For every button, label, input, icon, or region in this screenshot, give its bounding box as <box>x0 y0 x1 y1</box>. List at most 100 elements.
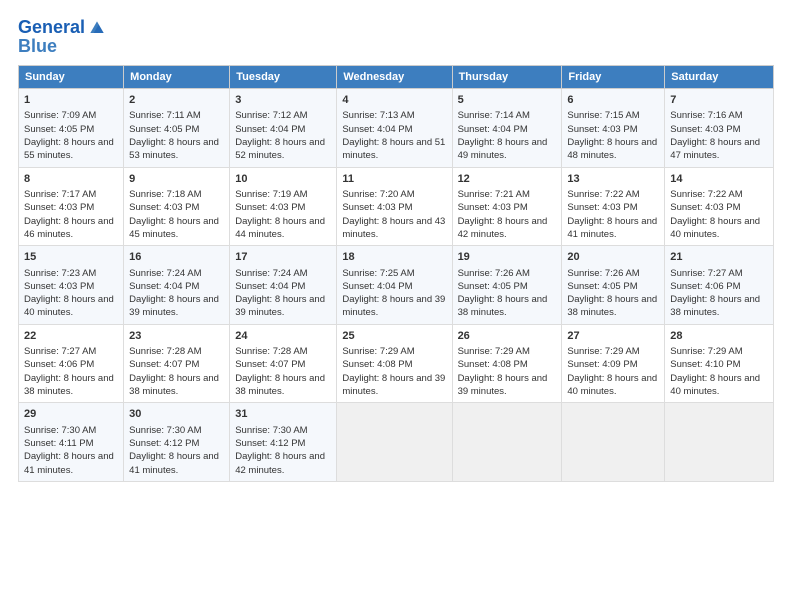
sunrise-text: Sunrise: 7:22 AM <box>670 189 742 200</box>
calendar-cell: 14 Sunrise: 7:22 AM Sunset: 4:03 PM Dayligh… <box>665 167 774 246</box>
week-row-2: 8Sunrise: 7:17 AMSunset: 4:03 PMDaylight… <box>19 167 774 246</box>
day-number: 14 <box>670 172 768 187</box>
sunrise-text: Sunrise: 7:14 AM <box>458 110 530 121</box>
sunrise-text: Sunrise: 7:26 AM <box>567 268 639 279</box>
calendar-cell: 18Sunrise: 7:25 AMSunset: 4:04 PMDayligh… <box>337 246 452 325</box>
day-number: 26 <box>458 329 557 344</box>
sunset-text: Sunset: 4:03 PM <box>129 202 199 213</box>
day-number: 13 <box>567 172 659 187</box>
calendar-cell: 23Sunrise: 7:28 AMSunset: 4:07 PMDayligh… <box>124 324 230 403</box>
sunrise-text: Sunrise: 7:22 AM <box>567 189 639 200</box>
daylight-text: Daylight: 8 hours and 40 minutes. <box>670 216 760 240</box>
sunset-text: Sunset: 4:04 PM <box>342 124 412 135</box>
sunrise-text: Sunrise: 7:20 AM <box>342 189 414 200</box>
sunset-text: Sunset: 4:08 PM <box>458 359 528 370</box>
sunrise-text: Sunrise: 7:29 AM <box>458 346 530 357</box>
calendar-cell: 7 Sunrise: 7:16 AM Sunset: 4:03 PM Daylight… <box>665 89 774 168</box>
daylight-text: Daylight: 8 hours and 38 minutes. <box>235 373 325 397</box>
sunrise-text: Sunrise: 7:24 AM <box>235 268 307 279</box>
sunrise-text: Sunrise: 7:23 AM <box>24 268 96 279</box>
sunrise-text: Sunrise: 7:26 AM <box>458 268 530 279</box>
logo-blue: Blue <box>18 36 107 57</box>
col-header-thursday: Thursday <box>452 66 562 89</box>
calendar-cell: 3Sunrise: 7:12 AMSunset: 4:04 PMDaylight… <box>230 89 337 168</box>
sunrise-text: Sunrise: 7:09 AM <box>24 110 96 121</box>
daylight-text: Daylight: 8 hours and 48 minutes. <box>567 137 657 161</box>
sunrise-text: Sunrise: 7:17 AM <box>24 189 96 200</box>
day-number: 17 <box>235 250 331 265</box>
calendar-cell: 13Sunrise: 7:22 AMSunset: 4:03 PMDayligh… <box>562 167 665 246</box>
calendar-cell <box>665 403 774 482</box>
day-number: 19 <box>458 250 557 265</box>
sunset-text: Sunset: 4:03 PM <box>670 202 740 213</box>
daylight-text: Daylight: 8 hours and 38 minutes. <box>670 294 760 318</box>
day-number: 7 <box>670 93 768 108</box>
sunrise-text: Sunrise: 7:30 AM <box>235 425 307 436</box>
day-number: 12 <box>458 172 557 187</box>
calendar-cell: 19Sunrise: 7:26 AMSunset: 4:05 PMDayligh… <box>452 246 562 325</box>
day-number: 31 <box>235 407 331 422</box>
sunset-text: Sunset: 4:12 PM <box>129 438 199 449</box>
calendar-cell: 29Sunrise: 7:30 AMSunset: 4:11 PMDayligh… <box>19 403 124 482</box>
day-number: 20 <box>567 250 659 265</box>
calendar-cell: 1Sunrise: 7:09 AMSunset: 4:05 PMDaylight… <box>19 89 124 168</box>
calendar-cell: 15Sunrise: 7:23 AMSunset: 4:03 PMDayligh… <box>19 246 124 325</box>
sunrise-text: Sunrise: 7:29 AM <box>342 346 414 357</box>
sunset-text: Sunset: 4:05 PM <box>129 124 199 135</box>
day-number: 9 <box>129 172 224 187</box>
day-number: 23 <box>129 329 224 344</box>
day-number: 1 <box>24 93 118 108</box>
daylight-text: Daylight: 8 hours and 55 minutes. <box>24 137 114 161</box>
col-header-tuesday: Tuesday <box>230 66 337 89</box>
daylight-text: Daylight: 8 hours and 42 minutes. <box>458 216 548 240</box>
calendar-table: SundayMondayTuesdayWednesdayThursdayFrid… <box>18 65 774 482</box>
sunset-text: Sunset: 4:03 PM <box>670 124 740 135</box>
header-row: SundayMondayTuesdayWednesdayThursdayFrid… <box>19 66 774 89</box>
calendar-cell: 8Sunrise: 7:17 AMSunset: 4:03 PMDaylight… <box>19 167 124 246</box>
calendar-cell: 5Sunrise: 7:14 AMSunset: 4:04 PMDaylight… <box>452 89 562 168</box>
week-row-3: 15 Sunrise: 7:23 AM Sunset: 4:03 PM Dayligh… <box>19 246 774 325</box>
day-number: 22 <box>24 329 118 344</box>
daylight-text: Daylight: 8 hours and 38 minutes. <box>24 373 114 397</box>
sunrise-text: Sunrise: 7:30 AM <box>24 425 96 436</box>
header: General Blue <box>18 18 774 57</box>
daylight-text: Daylight: 8 hours and 52 minutes. <box>235 137 325 161</box>
sunset-text: Sunset: 4:07 PM <box>235 359 305 370</box>
col-header-monday: Monday <box>124 66 230 89</box>
calendar-cell: 26Sunrise: 7:29 AMSunset: 4:08 PMDayligh… <box>452 324 562 403</box>
sunset-text: Sunset: 4:03 PM <box>458 202 528 213</box>
calendar-cell: 21Sunrise: 7:27 AMSunset: 4:06 PMDayligh… <box>665 246 774 325</box>
calendar-cell: 25Sunrise: 7:29 AMSunset: 4:08 PMDayligh… <box>337 324 452 403</box>
daylight-text: Daylight: 8 hours and 39 minutes. <box>342 373 445 397</box>
sunset-text: Sunset: 4:09 PM <box>567 359 637 370</box>
day-number: 15 <box>24 250 118 265</box>
day-number: 16 <box>129 250 224 265</box>
col-header-saturday: Saturday <box>665 66 774 89</box>
daylight-text: Daylight: 8 hours and 46 minutes. <box>24 216 114 240</box>
sunset-text: Sunset: 4:03 PM <box>567 124 637 135</box>
sunset-text: Sunset: 4:05 PM <box>567 281 637 292</box>
calendar-cell <box>562 403 665 482</box>
sunset-text: Sunset: 4:03 PM <box>24 281 94 292</box>
week-row-5: 29Sunrise: 7:30 AMSunset: 4:11 PMDayligh… <box>19 403 774 482</box>
sunset-text: Sunset: 4:06 PM <box>670 281 740 292</box>
page: General Blue SundayMondayTuesdayWednesda… <box>0 0 792 612</box>
sunrise-text: Sunrise: 7:15 AM <box>567 110 639 121</box>
daylight-text: Daylight: 8 hours and 44 minutes. <box>235 216 325 240</box>
week-row-4: 22Sunrise: 7:27 AMSunset: 4:06 PMDayligh… <box>19 324 774 403</box>
daylight-text: Daylight: 8 hours and 47 minutes. <box>670 137 760 161</box>
sunrise-text: Sunrise: 7:19 AM <box>235 189 307 200</box>
calendar-cell: 27Sunrise: 7:29 AMSunset: 4:09 PMDayligh… <box>562 324 665 403</box>
col-header-sunday: Sunday <box>19 66 124 89</box>
sunrise-text: Sunrise: 7:12 AM <box>235 110 307 121</box>
day-number: 5 <box>458 93 557 108</box>
daylight-text: Daylight: 8 hours and 40 minutes. <box>670 373 760 397</box>
sunrise-text: Sunrise: 7:16 AM <box>670 110 742 121</box>
calendar-cell <box>337 403 452 482</box>
daylight-text: Daylight: 8 hours and 43 minutes. <box>342 216 445 240</box>
daylight-text: Daylight: 8 hours and 49 minutes. <box>458 137 548 161</box>
sunset-text: Sunset: 4:03 PM <box>342 202 412 213</box>
day-number: 11 <box>342 172 446 187</box>
calendar-cell: 9Sunrise: 7:18 AMSunset: 4:03 PMDaylight… <box>124 167 230 246</box>
day-number: 30 <box>129 407 224 422</box>
